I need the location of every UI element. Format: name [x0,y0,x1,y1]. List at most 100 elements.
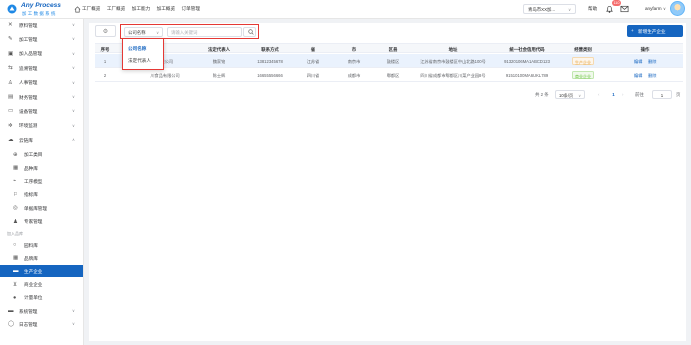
settings-button[interactable]: ⚙ [95,25,116,37]
variety-icon: ▦ [13,165,19,171]
plus-icon: + [631,28,634,33]
sidebar-item-label: 生产企业 [24,268,43,274]
delete-link[interactable]: 删除 [648,59,656,65]
page-number[interactable]: 1 [610,90,617,99]
sidebar-item[interactable]: ⌁ 工序模型 [0,175,83,187]
delete-link[interactable]: 删除 [648,73,656,79]
sidebar-item[interactable]: ▭ 设备管理 ∨ [0,105,83,117]
search-icon [247,29,254,35]
column-header: 序号 [100,46,110,52]
sidebar-item-label: 指标库 [24,192,38,198]
device-icon: ▭ [8,108,14,115]
cell-address: 四川省成都市郫都区川菜产业园8号 [420,72,486,78]
column-header: 市 [351,46,357,52]
page-size-value: 10条/页 [559,92,574,98]
cell-district: 鼓楼区 [386,58,400,64]
page-size-select[interactable]: 10条/页 ∨ [555,90,585,99]
home-icon[interactable] [74,6,81,13]
company-select[interactable]: 青岛市XX加... ∨ [523,4,576,14]
sidebar-item[interactable]: ✕ 原料管理 ∨ [0,19,83,31]
search-button[interactable] [243,26,256,37]
sidebar-item-label: 加工类目 [24,152,43,158]
sidebar-item[interactable]: ▦ 品种库 [0,162,83,174]
sidebar-item[interactable]: ♙ 人事管理 ∨ [0,77,83,89]
sidebar-item[interactable]: ⊕ 加工类目 [0,149,83,161]
category-icon: ⊕ [13,151,18,158]
logo-subtitle: 加工数据系统 [22,10,57,16]
sidebar-item[interactable]: ▬ 生产企业 [0,265,83,278]
sidebar-item[interactable]: ▬ 系统管理 ∨ [0,305,83,317]
environment-icon: ✲ [8,122,13,129]
chevron-down-icon: ∨ [72,65,75,71]
sidebar-item[interactable]: ● 计量单位 [0,292,83,304]
chevron-down-icon: ∨ [72,50,75,56]
sidebar-item-label: 品牌库 [24,255,38,261]
chevron-down-icon: ∧ [72,137,75,143]
sidebar-item[interactable]: ⇆ 追溯管理 ∨ [0,62,83,74]
column-header: 统一社会信用代码 [509,46,545,52]
edit-link[interactable]: 编辑 [634,73,642,79]
sidebar-item-label: 日志管理 [19,321,38,327]
search-field-select[interactable]: 公司名称 ∨ [124,26,163,37]
sidebar-item-label: 财务管理 [19,94,38,100]
table-row[interactable]: 2 川食品有限公司 陈士辉 16655556666 四川省 成都市 郫都区 四川… [95,68,683,82]
sidebar-item[interactable]: ⊻ 商业企业 [0,279,83,291]
sidebar-item[interactable]: ⚐ 指标库 [0,189,83,201]
sidebar-item[interactable]: ○ 园料库 [0,239,83,251]
username[interactable]: anyfarm [645,6,662,11]
topnav-item[interactable]: 加工能力 [132,6,150,12]
sidebar-item[interactable]: ◎ 单据库管理 [0,202,83,214]
sidebar-item[interactable]: ♟ 专家管理 [0,216,83,228]
topnav-item[interactable]: 加工概览 [157,6,175,12]
sidebar-item[interactable]: ✎ 加工管理 ∨ [0,33,83,45]
main-content: ⚙ 公司名称 ∨ 请输入关键词 + 新增生产企业 序号 公司名称 法定代表人 联… [89,23,686,341]
sidebar-item[interactable]: ▦ 品牌库 [0,252,83,264]
add-company-button[interactable]: + 新增生产企业 [627,25,683,37]
app-logo[interactable]: Any Process 加工数据系统 [5,1,77,18]
table-row[interactable]: 1 ...有限公司 魏家铭 13812345678 江苏省 南京市 鼓楼区 江苏… [95,54,683,68]
sidebar-item-label: 加工管理 [19,36,38,42]
sidebar-item-label: 园料库 [24,242,38,248]
wrench-icon: ✎ [8,36,13,43]
top-bar: Any Process 加工数据系统 工厂概览 工厂概览 加工能力 加工概览 订… [0,0,691,19]
dropdown-option[interactable]: 公司名称 [128,46,146,52]
pagination-total: 共 2 条 [535,92,549,97]
sidebar-item-label: 单据库管理 [24,205,47,211]
sidebar-item[interactable]: ◯ 日志管理 ∨ [0,318,83,330]
cell-phone: 16655556666 [257,72,283,78]
topnav-item[interactable]: 工厂概览 [107,6,125,12]
sidebar-item[interactable]: ☁ 云链库 ∧ [0,134,83,146]
sidebar-item-label: 专家管理 [24,219,43,225]
pin-icon: ● [13,294,17,301]
edit-link[interactable]: 编辑 [634,59,642,65]
cell-index: 2 [103,72,107,78]
goto-page-input[interactable]: 1 [652,90,672,99]
cell-index: 1 [103,58,107,64]
help-link[interactable]: 帮助 [588,6,597,12]
dropdown-option[interactable]: 法定代表人 [128,58,151,64]
chevron-down-icon: ∨ [568,7,571,12]
logo-title: Any Process [21,2,61,9]
cell-city: 南京市 [347,58,361,64]
cell-address: 江苏省南京市鼓楼区中山北路100号 [420,58,486,64]
topnav-item[interactable]: 工厂概览 [82,6,100,12]
search-input[interactable]: 请输入关键词 [167,26,242,37]
sidebar-item[interactable]: ▣ 加入品管理 ∨ [0,48,83,60]
topnav-item[interactable]: 订单管理 [182,6,200,12]
experts-icon: ♟ [13,218,18,225]
factory-icon: ▬ [13,268,19,275]
column-header: 省 [310,46,316,52]
chevron-down-icon[interactable]: ∨ [663,6,666,11]
prev-page-button[interactable]: ‹ [598,92,599,97]
cell-credit-code: 91320106MA1ABCD123 [504,58,550,64]
sidebar-item-label: 云链库 [19,137,33,143]
page-suffix: 页 [676,92,681,97]
sidebar-item[interactable]: ▤ 财务管理 ∨ [0,91,83,103]
avatar[interactable] [670,1,685,16]
sidebar-item[interactable]: ✲ 环境监测 ∨ [0,120,83,132]
cell-legal-rep: 陈士辉 [212,72,226,78]
top-nav: 工厂概览 工厂概览 加工能力 加工概览 订单管理 [82,6,206,12]
next-page-button[interactable]: › [622,92,623,97]
mail-icon[interactable] [620,5,629,13]
gear-icon: ⚙ [102,28,109,35]
